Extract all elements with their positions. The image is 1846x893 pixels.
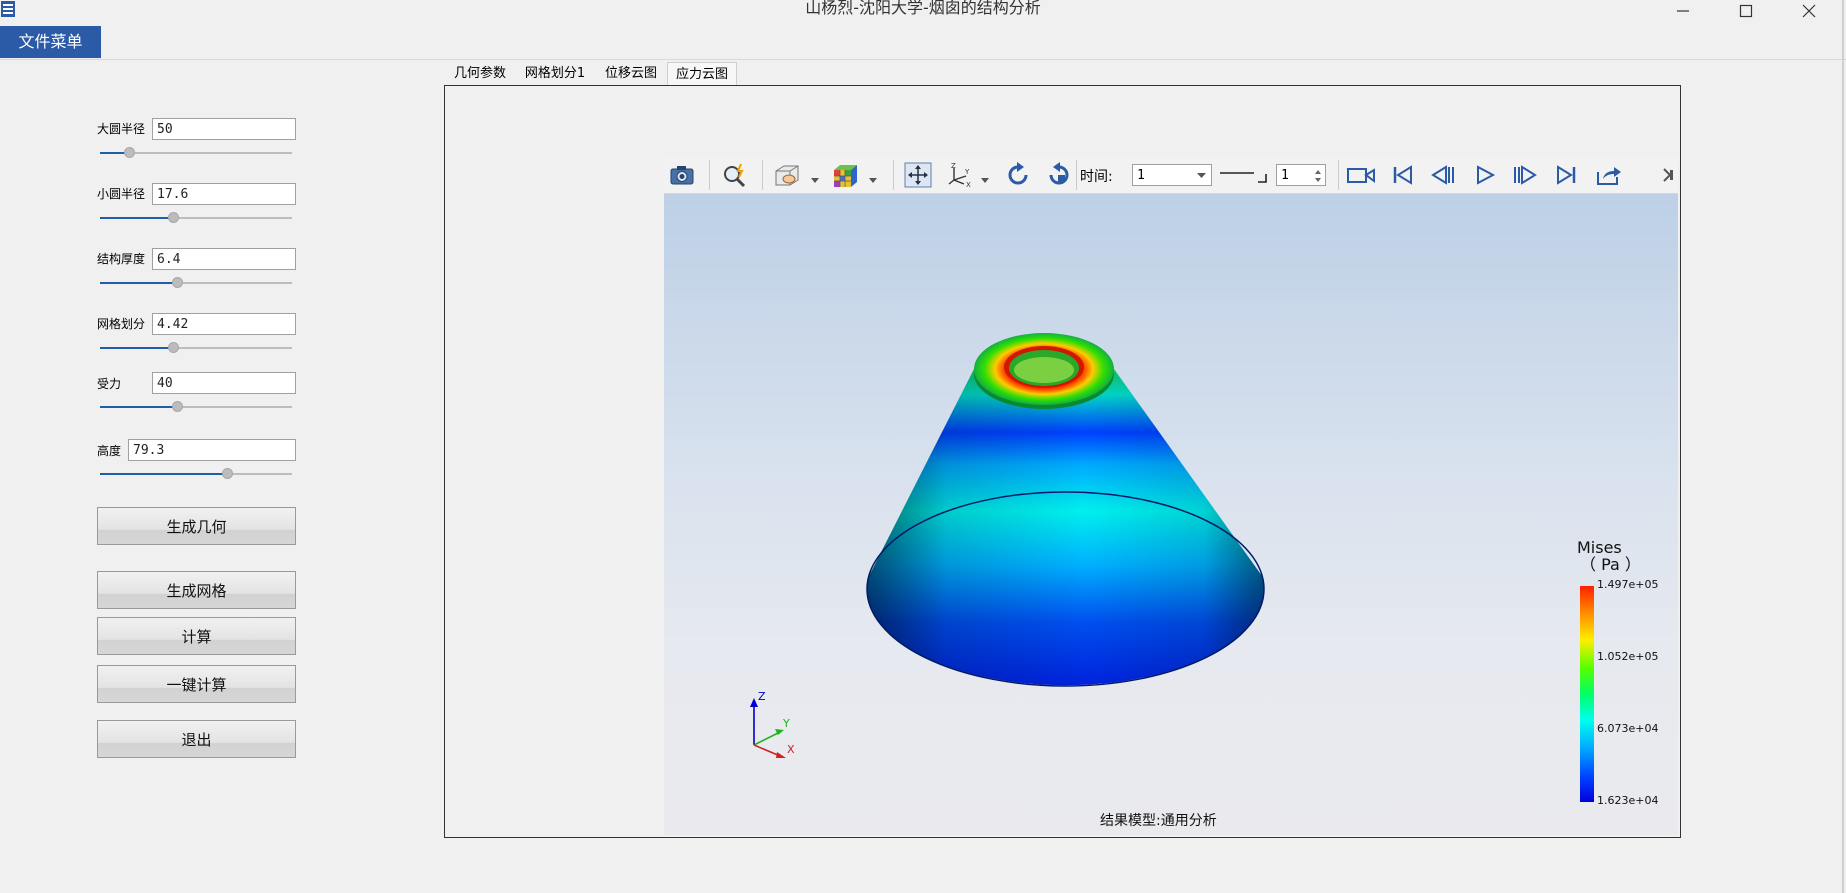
param-label-force: 受力 — [97, 377, 122, 391]
chevron-down-icon — [1197, 173, 1206, 178]
pan-icon[interactable] — [903, 161, 933, 189]
next-frame-icon[interactable] — [1510, 161, 1540, 189]
legend-unit: （ Pa ） — [1580, 555, 1641, 574]
small-radius-slider[interactable] — [100, 212, 292, 223]
exit-button[interactable]: 退出 — [97, 720, 296, 758]
frame-spinbox[interactable]: 1 — [1276, 164, 1326, 186]
force-slider[interactable] — [100, 401, 292, 412]
svg-text:X: X — [966, 181, 971, 188]
large-radius-slider[interactable] — [100, 147, 292, 158]
toolbar-overflow-icon[interactable] — [1662, 166, 1674, 184]
force-input[interactable]: 40 — [152, 372, 296, 394]
param-label-thickness: 结构厚度 — [97, 252, 146, 266]
close-button[interactable] — [1786, 0, 1832, 22]
mesh-size-input[interactable]: 4.42 — [152, 313, 296, 335]
3d-viewport[interactable] — [664, 194, 1678, 835]
slider-handle[interactable] — [221, 468, 233, 479]
slider-handle[interactable] — [171, 401, 183, 412]
axes-triad: Z Y X — [742, 690, 802, 760]
chevron-down-icon[interactable] — [980, 170, 990, 183]
spin-arrows-icon[interactable] — [1314, 168, 1322, 184]
time-select[interactable]: 1 — [1132, 164, 1212, 186]
minimize-button[interactable] — [1660, 0, 1706, 22]
axis-y-label: Y — [782, 717, 790, 730]
thickness-input[interactable]: 6.4 — [152, 248, 296, 270]
rotate-cw-icon[interactable] — [1003, 161, 1033, 189]
color-bar — [1580, 586, 1594, 802]
height-slider[interactable] — [100, 468, 292, 479]
param-label-mesh: 网格划分 — [97, 317, 146, 331]
file-menu-button[interactable]: 文件菜单 — [0, 26, 101, 58]
legend-tick-3: 6.073e+04 — [1597, 722, 1659, 735]
camera-icon[interactable] — [667, 161, 697, 189]
small-radius-input[interactable]: 17.6 — [152, 183, 296, 205]
prev-frame-icon[interactable] — [1428, 161, 1458, 189]
axis-z-label: Z — [758, 690, 766, 703]
slider-handle[interactable] — [167, 342, 179, 353]
toolbar-separator — [709, 160, 710, 190]
window-title: 山杨烈-沈阳大学-烟囱的结构分析 — [805, 0, 1041, 17]
tab-mesh[interactable]: 网格划分1 — [520, 62, 590, 85]
param-label-height: 高度 — [97, 444, 122, 458]
window-edge — [1842, 0, 1844, 893]
legend-title: Mises — [1577, 538, 1622, 557]
export-icon[interactable] — [1594, 161, 1624, 189]
axes-icon[interactable]: ZYX — [945, 161, 975, 189]
compute-button[interactable]: 计算 — [97, 617, 296, 655]
axis-x-label: X — [787, 743, 795, 756]
first-frame-icon[interactable] — [1388, 161, 1418, 189]
toolbar-separator — [762, 160, 763, 190]
menu-divider — [0, 59, 1846, 60]
thickness-slider[interactable] — [100, 277, 292, 288]
display-mode-icon[interactable] — [772, 161, 802, 189]
param-label-small-radius: 小圆半径 — [97, 187, 146, 201]
toolbar-separator — [1338, 160, 1339, 190]
play-icon[interactable] — [1470, 161, 1500, 189]
svg-text:Z: Z — [951, 162, 956, 170]
mesh-size-slider[interactable] — [100, 342, 292, 353]
frame-slider-icon[interactable] — [1218, 164, 1268, 186]
chevron-down-icon[interactable] — [810, 170, 820, 183]
tab-displacement[interactable]: 位移云图 — [598, 62, 664, 85]
slider-handle[interactable] — [167, 212, 179, 223]
color-cube-icon[interactable] — [830, 161, 860, 189]
generate-geometry-button[interactable]: 生成几何 — [97, 507, 296, 545]
tab-stress[interactable]: 应力云图 — [667, 62, 737, 85]
toolbar-separator — [893, 160, 894, 190]
stress-contour-model — [866, 333, 1265, 687]
one-click-compute-button[interactable]: 一键计算 — [97, 665, 296, 703]
time-label: 时间: — [1080, 169, 1113, 185]
last-frame-icon[interactable] — [1551, 161, 1581, 189]
result-model-label: 结果模型:通用分析 — [1100, 813, 1217, 829]
time-select-value: 1 — [1137, 168, 1145, 183]
slider-handle[interactable] — [171, 277, 183, 288]
record-icon[interactable] — [1346, 161, 1376, 189]
rotate-ccw-icon[interactable] — [1044, 161, 1074, 189]
svg-text:Y: Y — [964, 168, 970, 176]
frame-spinbox-value: 1 — [1281, 168, 1289, 183]
maximize-button[interactable] — [1723, 0, 1769, 22]
large-radius-input[interactable]: 50 — [152, 118, 296, 140]
zoom-fit-icon[interactable] — [720, 161, 750, 189]
toolbar-separator — [1076, 160, 1077, 190]
tab-geometry-params[interactable]: 几何参数 — [448, 62, 512, 85]
height-input[interactable]: 79.3 — [128, 439, 296, 461]
legend-tick-min: 1.623e+04 — [1597, 794, 1659, 807]
legend-tick-2: 1.052e+05 — [1597, 650, 1659, 663]
slider-handle[interactable] — [123, 147, 135, 158]
generate-mesh-button[interactable]: 生成网格 — [97, 571, 296, 609]
chevron-down-icon[interactable] — [868, 170, 878, 183]
param-label-large-radius: 大圆半径 — [97, 122, 146, 136]
legend-tick-max: 1.497e+05 — [1597, 578, 1659, 591]
